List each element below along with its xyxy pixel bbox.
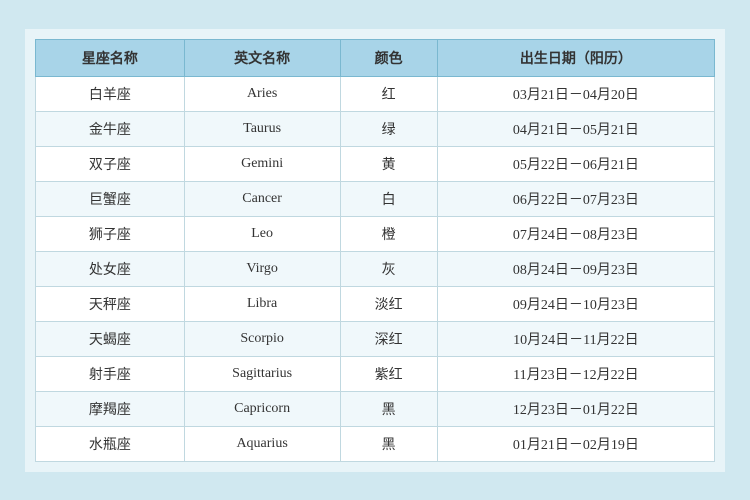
chinese-name-cell: 双子座 xyxy=(36,146,185,181)
chinese-name-cell: 天秤座 xyxy=(36,286,185,321)
english-name-cell: Virgo xyxy=(184,251,340,286)
dates-cell: 01月21日－02月19日 xyxy=(437,426,714,461)
dates-cell: 11月23日－12月22日 xyxy=(437,356,714,391)
table-row: 巨蟹座Cancer白06月22日－07月23日 xyxy=(36,181,715,216)
dates-cell: 05月22日－06月21日 xyxy=(437,146,714,181)
table-row: 金牛座Taurus绿04月21日－05月21日 xyxy=(36,111,715,146)
color-cell: 灰 xyxy=(340,251,437,286)
chinese-name-cell: 水瓶座 xyxy=(36,426,185,461)
table-row: 天秤座Libra淡红09月24日－10月23日 xyxy=(36,286,715,321)
table-row: 水瓶座Aquarius黑01月21日－02月19日 xyxy=(36,426,715,461)
color-cell: 黄 xyxy=(340,146,437,181)
english-name-cell: Gemini xyxy=(184,146,340,181)
chinese-name-cell: 白羊座 xyxy=(36,76,185,111)
english-name-cell: Scorpio xyxy=(184,321,340,356)
color-cell: 黑 xyxy=(340,391,437,426)
english-name-cell: Leo xyxy=(184,216,340,251)
chinese-name-cell: 射手座 xyxy=(36,356,185,391)
english-name-cell: Cancer xyxy=(184,181,340,216)
dates-cell: 07月24日－08月23日 xyxy=(437,216,714,251)
english-name-cell: Taurus xyxy=(184,111,340,146)
chinese-name-cell: 金牛座 xyxy=(36,111,185,146)
table-row: 天蝎座Scorpio深红10月24日－11月22日 xyxy=(36,321,715,356)
color-cell: 黑 xyxy=(340,426,437,461)
chinese-name-cell: 天蝎座 xyxy=(36,321,185,356)
chinese-name-cell: 巨蟹座 xyxy=(36,181,185,216)
color-cell: 绿 xyxy=(340,111,437,146)
chinese-name-cell: 摩羯座 xyxy=(36,391,185,426)
dates-cell: 08月24日－09月23日 xyxy=(437,251,714,286)
zodiac-table: 星座名称 英文名称 颜色 出生日期（阳历） 白羊座Aries红03月21日－04… xyxy=(35,39,715,462)
chinese-name-cell: 狮子座 xyxy=(36,216,185,251)
header-chinese-name: 星座名称 xyxy=(36,39,185,76)
color-cell: 橙 xyxy=(340,216,437,251)
table-row: 双子座Gemini黄05月22日－06月21日 xyxy=(36,146,715,181)
english-name-cell: Aries xyxy=(184,76,340,111)
english-name-cell: Capricorn xyxy=(184,391,340,426)
dates-cell: 03月21日－04月20日 xyxy=(437,76,714,111)
english-name-cell: Aquarius xyxy=(184,426,340,461)
color-cell: 白 xyxy=(340,181,437,216)
chinese-name-cell: 处女座 xyxy=(36,251,185,286)
dates-cell: 04月21日－05月21日 xyxy=(437,111,714,146)
header-color: 颜色 xyxy=(340,39,437,76)
table-row: 射手座Sagittarius紫红11月23日－12月22日 xyxy=(36,356,715,391)
dates-cell: 09月24日－10月23日 xyxy=(437,286,714,321)
header-english-name: 英文名称 xyxy=(184,39,340,76)
table-row: 处女座Virgo灰08月24日－09月23日 xyxy=(36,251,715,286)
color-cell: 紫红 xyxy=(340,356,437,391)
english-name-cell: Libra xyxy=(184,286,340,321)
dates-cell: 12月23日－01月22日 xyxy=(437,391,714,426)
table-row: 白羊座Aries红03月21日－04月20日 xyxy=(36,76,715,111)
dates-cell: 10月24日－11月22日 xyxy=(437,321,714,356)
header-birth-date: 出生日期（阳历） xyxy=(437,39,714,76)
color-cell: 淡红 xyxy=(340,286,437,321)
english-name-cell: Sagittarius xyxy=(184,356,340,391)
table-row: 狮子座Leo橙07月24日－08月23日 xyxy=(36,216,715,251)
dates-cell: 06月22日－07月23日 xyxy=(437,181,714,216)
color-cell: 深红 xyxy=(340,321,437,356)
main-container: 星座名称 英文名称 颜色 出生日期（阳历） 白羊座Aries红03月21日－04… xyxy=(25,29,725,472)
table-row: 摩羯座Capricorn黑12月23日－01月22日 xyxy=(36,391,715,426)
table-header-row: 星座名称 英文名称 颜色 出生日期（阳历） xyxy=(36,39,715,76)
color-cell: 红 xyxy=(340,76,437,111)
